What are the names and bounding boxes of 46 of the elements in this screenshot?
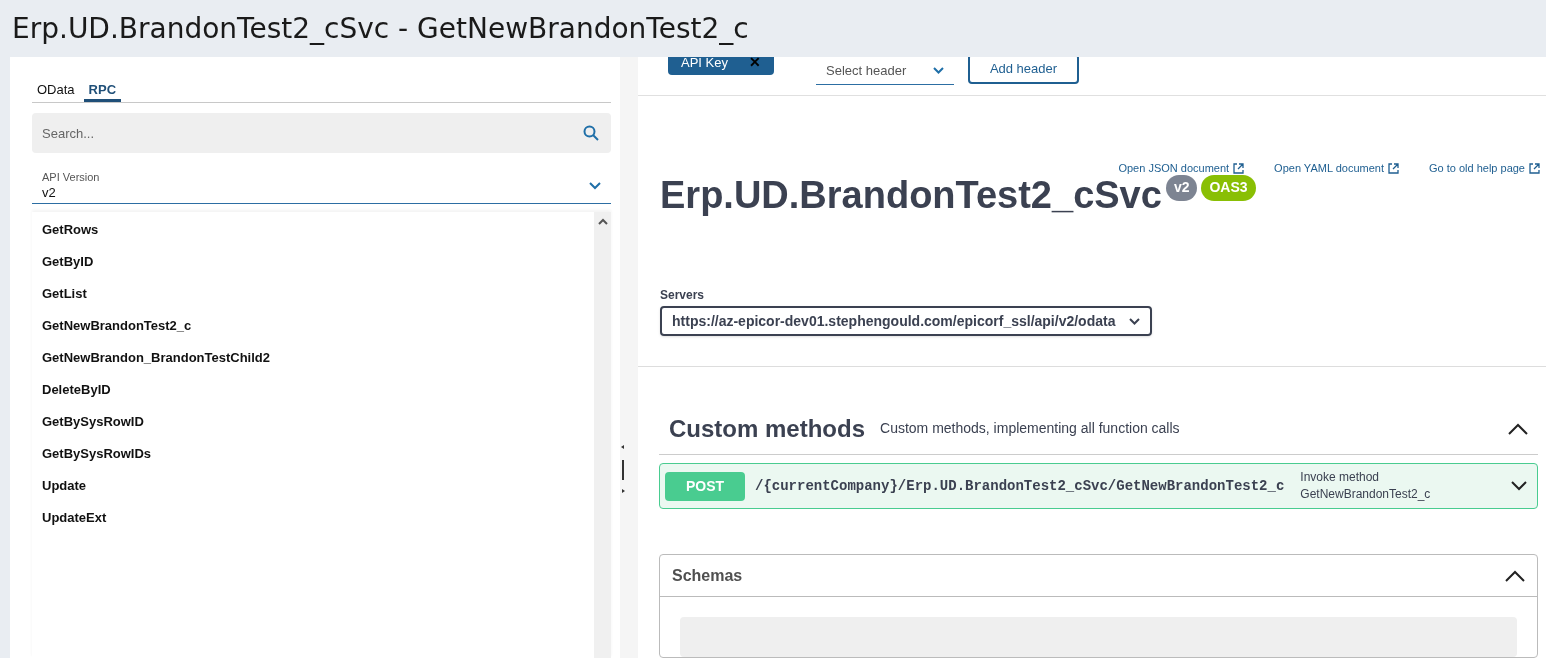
chevron-up-icon <box>1505 569 1525 582</box>
document-link[interactable]: Go to old help page <box>1428 160 1540 177</box>
method-list-item[interactable]: Update <box>32 470 594 502</box>
operation-summary: Invoke method GetNewBrandonTest2_c <box>1300 469 1432 503</box>
select-header-dropdown[interactable]: Select header <box>816 57 954 85</box>
chip-label: API Key <box>681 57 728 72</box>
external-link-icon <box>1529 162 1540 174</box>
operation-row[interactable]: POST /{currentCompany}/Erp.UD.BrandonTest2_cSvc/GetNewBrandonTest2_c Invoke method GetNewBrandonTest2_c <box>659 463 1538 509</box>
section-description: Custom methods, implementing all function calls <box>880 419 1181 438</box>
chevron-down-icon <box>933 67 944 74</box>
method-list-item[interactable]: GetList <box>32 278 594 310</box>
api-key-chip[interactable]: API Key ✕ <box>668 57 774 75</box>
chevron-down-icon <box>589 181 601 190</box>
method-list-item[interactable]: GetByID <box>32 246 594 278</box>
method-list-item[interactable]: UpdateExt <box>32 502 594 534</box>
field-label: API Version <box>42 172 101 183</box>
chevron-up-icon <box>1508 422 1528 435</box>
external-link-icon <box>1233 162 1245 174</box>
chevron-down-icon <box>1511 481 1527 491</box>
method-list-item[interactable]: GetRows <box>32 214 594 246</box>
method-list-item[interactable]: GetBySysRowIDs <box>32 438 594 470</box>
method-list-item[interactable]: GetBySysRowID <box>32 406 594 438</box>
search-field[interactable]: Search... <box>32 113 611 153</box>
version-badge: v2 <box>1165 174 1198 201</box>
scroll-up-icon[interactable] <box>597 218 608 225</box>
method-list-item[interactable]: DeleteByID <box>32 374 594 406</box>
operation-path: /{currentCompany}/Erp.UD.BrandonTest2_cSvc/GetNewBrandonTest2_c <box>755 476 1285 496</box>
api-version-dropdown[interactable]: API Version v2 <box>32 168 611 204</box>
window-title: Erp.UD.BrandonTest2_cSvc - GetNewBrandonTest2_c <box>12 10 749 47</box>
scrollbar[interactable] <box>594 212 611 658</box>
search-icon <box>583 125 599 141</box>
servers-label: Servers <box>660 287 706 304</box>
add-header-button[interactable]: Add header <box>968 57 1079 84</box>
document-link[interactable]: Open YAML document <box>1274 160 1399 177</box>
tab[interactable]: OData <box>32 80 80 102</box>
version-badge: OAS3 <box>1201 174 1256 201</box>
tab[interactable]: RPC <box>83 80 122 102</box>
section-title: Custom methods <box>669 413 865 444</box>
servers-dropdown[interactable]: https://az-epicor-dev01.stephengould.com/epicorf_ssl/api/v2/odata <box>660 306 1153 336</box>
chevron-down-icon <box>1129 317 1141 325</box>
external-link-icon <box>1387 162 1399 174</box>
method-list-item[interactable]: GetNewBrandonTest2_c <box>32 310 594 342</box>
method-badge: POST <box>665 471 745 501</box>
method-list-item[interactable]: GetNewBrandon_BrandonTestChild2 <box>32 342 594 374</box>
field-value: v2 <box>42 186 57 199</box>
section-header[interactable]: Custom methods Custom methods, implementing all function calls <box>659 403 1538 455</box>
